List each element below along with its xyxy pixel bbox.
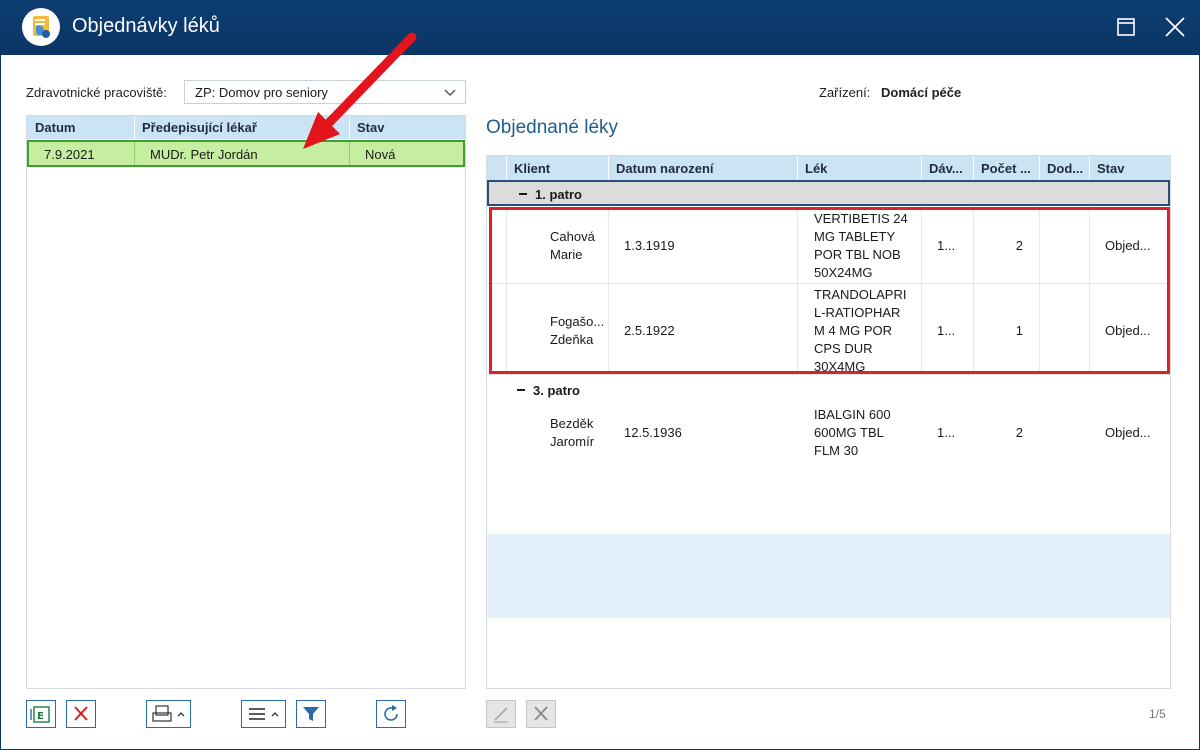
- title-bar: Objednávky léků: [0, 0, 1200, 55]
- drug-name: POR TBL NOB: [814, 247, 901, 262]
- count: 2: [1015, 238, 1023, 253]
- column-header-drug[interactable]: Lék: [805, 161, 827, 176]
- column-header-client[interactable]: Klient: [514, 161, 550, 176]
- column-header-status[interactable]: Stav: [1097, 161, 1124, 176]
- dose: 1...: [937, 425, 956, 440]
- print-button[interactable]: [146, 700, 191, 728]
- client-name: Jaromír: [550, 434, 595, 449]
- pager: 1/5: [1149, 707, 1166, 721]
- column-header-status[interactable]: Stav: [357, 120, 384, 135]
- count: 2: [1015, 425, 1023, 440]
- workplace-select[interactable]: ZP: Domov pro seniory: [184, 80, 466, 104]
- drug-name: IBALGIN 600: [814, 407, 891, 422]
- group-label: 3. patro: [533, 383, 580, 398]
- close-window-button[interactable]: [1160, 12, 1190, 42]
- birth-date: 1.3.1919: [624, 238, 675, 253]
- print-icon: [152, 705, 185, 722]
- group-section-floor-3: [487, 534, 1170, 618]
- drug-name: FLM 30: [814, 443, 859, 458]
- group-label: 1. patro: [535, 187, 582, 202]
- order-date: 7.9.2021: [44, 147, 95, 162]
- client-name: Bezděk: [550, 416, 594, 431]
- client-name: Zdeňka: [550, 332, 594, 347]
- drug-name: 30X4MG: [814, 359, 866, 374]
- remove-icon: [534, 706, 548, 721]
- drug-name: 50X24MG: [814, 265, 873, 280]
- count: 1: [1015, 323, 1023, 338]
- menu-icon: [249, 708, 279, 720]
- drug-name: L-RATIOPHAR: [814, 305, 901, 320]
- remove-button[interactable]: [526, 700, 556, 728]
- client-name: Fogašo...: [550, 314, 605, 329]
- drug-name: 600MG TBL: [814, 425, 884, 440]
- refresh-button[interactable]: [376, 700, 406, 728]
- facility-value: Domácí péče: [881, 85, 962, 100]
- menu-button[interactable]: [241, 700, 286, 728]
- maximize-icon: [1117, 18, 1135, 36]
- order-row[interactable]: 7.9.2021 MUDr. Petr Jordán Nová: [27, 140, 465, 167]
- order-status: Nová: [365, 147, 396, 162]
- collapse-icon[interactable]: [517, 389, 525, 391]
- drug-name: MG TABLETY: [814, 229, 896, 244]
- birth-date: 2.5.1922: [624, 323, 675, 338]
- workplace-label: Zdravotnické pracoviště:: [26, 85, 167, 100]
- client-name: Cahová: [550, 229, 595, 244]
- drug-name: TRANDOLAPRI: [814, 287, 907, 302]
- edit-button[interactable]: [486, 700, 516, 728]
- dose: 1...: [937, 323, 956, 338]
- svg-text:E: E: [37, 711, 44, 722]
- chevron-down-icon: [444, 89, 456, 97]
- order-status: Objed...: [1105, 425, 1151, 440]
- drugs-grid-header: Klient Datum narození Lék Dáv... Počet .…: [487, 156, 1170, 180]
- collapse-icon[interactable]: [519, 193, 527, 195]
- order-status: Objed...: [1105, 323, 1151, 338]
- client-name: Marie: [550, 247, 583, 262]
- drug-name: M 4 MG POR: [814, 323, 893, 338]
- close-icon: [1165, 17, 1185, 37]
- column-header-date[interactable]: Datum: [35, 120, 75, 135]
- group-row-floor-1[interactable]: 1. patro: [487, 180, 1170, 206]
- drug-name: VERTIBETIS 24: [814, 211, 908, 226]
- orders-grid-header: Datum Předepisující lékař Stav: [27, 116, 465, 139]
- order-status: Objed...: [1105, 238, 1151, 253]
- birth-date: 12.5.1936: [624, 425, 682, 440]
- delete-button[interactable]: [66, 700, 96, 728]
- export-excel-button[interactable]: E: [26, 700, 56, 728]
- refresh-icon: [384, 705, 398, 721]
- orders-grid: Datum Předepisující lékař Stav 7.9.2021 …: [26, 115, 466, 689]
- edit-icon: [494, 707, 508, 723]
- facility-label: Zařízení:: [819, 85, 871, 100]
- column-header-dose[interactable]: Dáv...: [929, 161, 963, 176]
- delete-icon: [74, 706, 88, 721]
- column-header-count[interactable]: Počet ...: [981, 161, 1031, 176]
- column-header-delivered[interactable]: Dod...: [1047, 161, 1083, 176]
- excel-export-icon: E: [30, 706, 50, 723]
- pharmacy-app-icon: [22, 8, 60, 46]
- maximize-button[interactable]: [1111, 12, 1141, 42]
- column-header-birth[interactable]: Datum narození: [616, 161, 714, 176]
- column-header-doctor[interactable]: Předepisující lékař: [142, 120, 257, 135]
- window-title: Objednávky léků: [72, 15, 220, 37]
- ordered-drugs-grid: Klient Datum narození Lék Dáv... Počet .…: [486, 155, 1171, 689]
- drug-name: CPS DUR: [814, 341, 873, 356]
- filter-button[interactable]: [296, 700, 326, 728]
- filter-icon: [303, 707, 319, 721]
- workplace-value: ZP: Domov pro seniory: [195, 85, 328, 100]
- order-doctor: MUDr. Petr Jordán: [150, 147, 258, 162]
- dose: 1...: [937, 238, 956, 253]
- ordered-drugs-title: Objednané léky: [486, 117, 619, 138]
